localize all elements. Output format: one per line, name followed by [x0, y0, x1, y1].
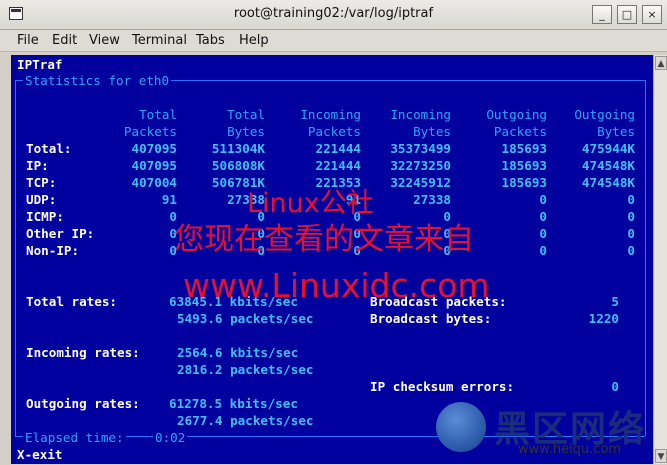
stats-row-label: Total: [26, 141, 72, 156]
stats-row-label: Non-IP: [26, 243, 80, 258]
stats-cell: 0 [539, 226, 547, 241]
stats-cell: 0 [169, 226, 177, 241]
header-outgoing-packets-1: Outgoing [486, 107, 547, 122]
stats-cell: 0 [627, 243, 635, 258]
incoming-rates-packets: 2816.2 packets/sec [177, 362, 314, 377]
incoming-rates-kbits: 2564.6 kbits/sec [177, 345, 299, 360]
header-total-bytes-2: Bytes [227, 124, 265, 139]
menu-file[interactable]: File [17, 33, 39, 48]
stats-cell: 185693 [501, 158, 548, 173]
stats-cell: 0 [627, 209, 635, 224]
stats-cell: 0 [539, 192, 547, 207]
menu-edit[interactable]: Edit [52, 33, 77, 48]
header-incoming-packets-2: Packets [307, 124, 361, 139]
stats-cell: 0 [627, 192, 635, 207]
outgoing-rates-kbits: 61278.5 kbits/sec [169, 396, 298, 411]
window-title: root@training02:/var/log/iptraf [233, 6, 434, 21]
stats-cell: 474548K [581, 175, 635, 190]
mushroom-logo-icon [436, 402, 486, 452]
minimize-button[interactable]: _ [592, 5, 612, 24]
stats-row-label: ICMP: [26, 209, 64, 224]
header-incoming-bytes-2: Bytes [413, 124, 451, 139]
checksum-errors-value: 0 [611, 379, 619, 394]
stats-cell: 407095 [131, 141, 178, 156]
outgoing-rates-label: Outgoing rates: [26, 396, 140, 411]
stats-cell: 91 [161, 192, 177, 207]
total-rates-label: Total rates: [26, 294, 117, 309]
header-total-packets-1: Total [139, 107, 177, 122]
menu-help[interactable]: Help [239, 33, 269, 48]
frame-border-right [645, 80, 646, 436]
exit-key[interactable]: X [17, 447, 25, 462]
stats-row-label: UDP: [26, 192, 57, 207]
stats-row-label: TCP: [26, 175, 57, 190]
stats-cell: 0 [627, 226, 635, 241]
exit-hint: X-exit [17, 446, 63, 463]
menu-tabs[interactable]: Tabs [196, 33, 225, 48]
stats-cell: 27338 [413, 192, 451, 207]
stats-cell: 32273250 [390, 158, 451, 173]
header-incoming-bytes-1: Incoming [390, 107, 451, 122]
incoming-rates-label: Incoming rates: [26, 345, 140, 360]
stats-row-label: Other IP: [26, 226, 95, 241]
outgoing-rates-packets: 2677.4 packets/sec [177, 413, 314, 428]
stats-cell: 0 [169, 243, 177, 258]
broadcast-bytes-value: 1220 [588, 311, 619, 326]
stats-cell: 474548K [581, 158, 635, 173]
stats-cell: 221444 [315, 158, 362, 173]
stats-cell: 185693 [501, 141, 548, 156]
watermark-line-3: www.Linuxidc.com [183, 266, 490, 305]
section-title: Statistics for eth0 [23, 72, 172, 89]
stats-cell: 407004 [131, 175, 178, 190]
stats-cell: 0 [169, 209, 177, 224]
stats-cell: 475944K [581, 141, 635, 156]
exit-label: -exit [24, 447, 63, 462]
stats-cell: 221444 [315, 141, 362, 156]
menu-terminal[interactable]: Terminal [132, 33, 187, 48]
site-logo: 黑区网络 www.heiqu.com [430, 398, 667, 465]
elapsed-time-label: Elapsed time: [23, 429, 126, 446]
total-rates-packets: 5493.6 packets/sec [177, 311, 314, 326]
header-total-bytes-1: Total [227, 107, 265, 122]
window-titlebar: root@training02:/var/log/iptraf _ □ × [0, 0, 667, 30]
menu-view[interactable]: View [89, 33, 120, 48]
close-button[interactable]: × [642, 5, 662, 24]
logo-url: www.heiqu.com [518, 442, 622, 457]
watermark-line-2: 您现在查看的文章来自 [174, 222, 474, 257]
app-name: IPTraf [17, 57, 63, 72]
watermark-line-1: Linux公社 [247, 188, 374, 219]
broadcast-bytes-label: Broadcast bytes: [370, 311, 492, 326]
scroll-up-arrow-icon[interactable]: ▲ [655, 56, 667, 70]
checksum-errors-label: IP checksum errors: [370, 379, 515, 394]
header-total-packets-2: Packets [123, 124, 177, 139]
stats-cell: 511304K [211, 141, 265, 156]
frame-border-left [15, 80, 16, 436]
header-outgoing-bytes-1: Outgoing [574, 107, 635, 122]
header-outgoing-packets-2: Packets [493, 124, 547, 139]
broadcast-packets-value: 5 [611, 294, 619, 309]
header-incoming-packets-1: Incoming [300, 107, 361, 122]
stats-cell: 185693 [501, 175, 548, 190]
stats-cell: 0 [539, 209, 547, 224]
stats-cell: 32245912 [390, 175, 451, 190]
stats-row-label: IP: [26, 158, 49, 173]
menu-bar: File Edit View Terminal Tabs Help [0, 30, 667, 52]
header-outgoing-bytes-2: Bytes [597, 124, 635, 139]
stats-cell: 0 [539, 243, 547, 258]
elapsed-time-value: 0:02 [153, 429, 188, 446]
maximize-button[interactable]: □ [617, 5, 637, 24]
stats-cell: 407095 [131, 158, 178, 173]
stats-cell: 35373499 [390, 141, 451, 156]
stats-cell: 506808K [211, 158, 265, 173]
